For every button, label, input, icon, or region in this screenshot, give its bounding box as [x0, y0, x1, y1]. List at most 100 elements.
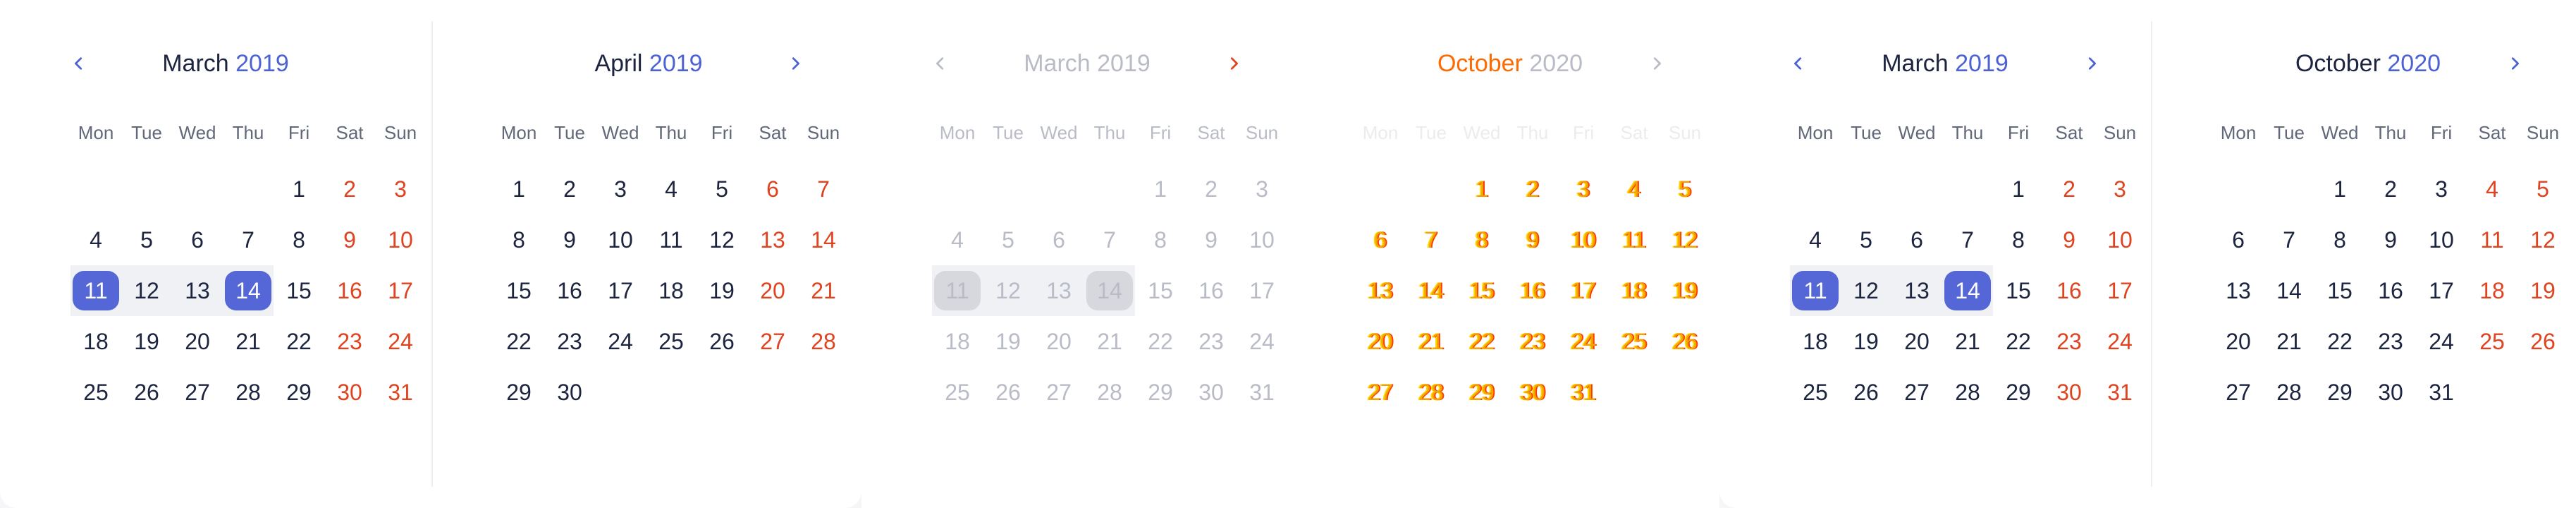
day-cell[interactable]: 22	[1993, 316, 2044, 367]
day-cell[interactable]: 14	[798, 214, 849, 265]
day-cell[interactable]: 20	[2213, 316, 2264, 367]
day-cell[interactable]: 3	[375, 164, 426, 214]
day-cell[interactable]: 10	[1237, 214, 1287, 265]
day-cell[interactable]: 1	[493, 164, 544, 214]
day-cell[interactable]: 30	[544, 367, 595, 418]
day-cell[interactable]: 16	[544, 265, 595, 316]
next-month-button[interactable]	[2078, 49, 2106, 78]
day-cell[interactable]: 19	[2517, 265, 2568, 316]
day-cell[interactable]: 7	[223, 214, 274, 265]
day-cell[interactable]: 27	[172, 367, 223, 418]
day-cell[interactable]: 8	[1993, 214, 2044, 265]
day-cell[interactable]: 16	[324, 265, 375, 316]
day-cell[interactable]: 2	[1186, 164, 1237, 214]
day-cell[interactable]: 22	[2314, 316, 2365, 367]
day-cell[interactable]: 13	[1034, 265, 1084, 316]
day-cell[interactable]: 29	[1456, 367, 1507, 418]
day-cell[interactable]: 6	[172, 214, 223, 265]
day-cell[interactable]: 14	[1406, 265, 1456, 316]
day-cell[interactable]: 8	[274, 214, 324, 265]
day-cell[interactable]: 10	[1558, 214, 1609, 265]
day-cell[interactable]: 6	[1355, 214, 1406, 265]
day-cell[interactable]: 14	[223, 265, 274, 316]
day-cell[interactable]: 8	[1456, 214, 1507, 265]
day-cell[interactable]: 6	[2213, 214, 2264, 265]
day-cell[interactable]: 22	[1135, 316, 1186, 367]
day-cell[interactable]: 11	[70, 265, 121, 316]
day-cell[interactable]: 31	[375, 367, 426, 418]
day-cell[interactable]: 17	[375, 265, 426, 316]
day-cell[interactable]: 28	[1942, 367, 1993, 418]
day-cell[interactable]: 15	[2314, 265, 2365, 316]
day-cell[interactable]: 22	[493, 316, 544, 367]
day-cell[interactable]: 24	[2416, 316, 2467, 367]
day-cell[interactable]: 16	[2365, 265, 2416, 316]
day-cell[interactable]: 17	[595, 265, 646, 316]
day-cell[interactable]: 12	[2517, 214, 2568, 265]
day-cell[interactable]: 7	[1406, 214, 1456, 265]
day-cell[interactable]: 30	[2365, 367, 2416, 418]
day-cell[interactable]: 13	[1355, 265, 1406, 316]
day-cell[interactable]: 18	[70, 316, 121, 367]
day-cell[interactable]: 9	[1507, 214, 1558, 265]
day-cell[interactable]: 5	[2517, 164, 2568, 214]
day-cell[interactable]: 4	[2467, 164, 2517, 214]
day-cell[interactable]: 4	[646, 164, 697, 214]
day-cell[interactable]: 29	[1993, 367, 2044, 418]
day-cell[interactable]: 16	[1507, 265, 1558, 316]
day-cell[interactable]: 15	[1993, 265, 2044, 316]
day-cell[interactable]: 8	[1135, 214, 1186, 265]
day-cell[interactable]: 21	[798, 265, 849, 316]
day-cell[interactable]: 17	[1558, 265, 1609, 316]
day-cell[interactable]: 10	[375, 214, 426, 265]
day-cell[interactable]: 28	[1084, 367, 1135, 418]
day-cell[interactable]: 31	[2416, 367, 2467, 418]
day-cell[interactable]: 31	[1237, 367, 1287, 418]
day-cell[interactable]: 9	[2044, 214, 2094, 265]
day-cell[interactable]: 1	[1993, 164, 2044, 214]
day-cell[interactable]: 30	[2044, 367, 2094, 418]
day-cell[interactable]: 15	[1135, 265, 1186, 316]
day-cell[interactable]: 9	[324, 214, 375, 265]
day-cell[interactable]: 22	[1456, 316, 1507, 367]
day-cell[interactable]: 11	[646, 214, 697, 265]
day-cell[interactable]: 20	[1034, 316, 1084, 367]
day-cell[interactable]: 24	[595, 316, 646, 367]
day-cell[interactable]: 10	[2416, 214, 2467, 265]
day-cell[interactable]: 26	[697, 316, 747, 367]
day-cell[interactable]: 18	[1609, 265, 1660, 316]
day-cell[interactable]: 1	[1135, 164, 1186, 214]
day-cell[interactable]: 20	[747, 265, 798, 316]
day-cell[interactable]: 29	[2314, 367, 2365, 418]
next-month-button[interactable]	[1643, 49, 1671, 78]
day-cell[interactable]: 5	[121, 214, 172, 265]
day-cell[interactable]: 3	[2416, 164, 2467, 214]
day-cell[interactable]: 23	[1186, 316, 1237, 367]
day-cell[interactable]: 14	[2264, 265, 2314, 316]
day-cell[interactable]: 19	[121, 316, 172, 367]
day-cell[interactable]: 25	[1609, 316, 1660, 367]
day-cell[interactable]: 23	[324, 316, 375, 367]
day-cell[interactable]: 2	[1507, 164, 1558, 214]
day-cell[interactable]: 20	[1355, 316, 1406, 367]
day-cell[interactable]: 25	[1790, 367, 1841, 418]
day-cell[interactable]: 11	[2467, 214, 2517, 265]
day-cell[interactable]: 12	[1841, 265, 1891, 316]
day-cell[interactable]: 28	[798, 316, 849, 367]
day-cell[interactable]: 22	[274, 316, 324, 367]
day-cell[interactable]: 18	[2467, 265, 2517, 316]
day-cell[interactable]: 17	[2416, 265, 2467, 316]
day-cell[interactable]: 28	[223, 367, 274, 418]
day-cell[interactable]: 15	[274, 265, 324, 316]
day-cell[interactable]: 1	[1456, 164, 1507, 214]
day-cell[interactable]: 2	[2044, 164, 2094, 214]
day-cell[interactable]: 19	[697, 265, 747, 316]
day-cell[interactable]: 23	[2044, 316, 2094, 367]
day-cell[interactable]: 27	[1034, 367, 1084, 418]
day-cell[interactable]: 23	[2365, 316, 2416, 367]
day-cell[interactable]: 12	[121, 265, 172, 316]
day-cell[interactable]: 15	[1456, 265, 1507, 316]
day-cell[interactable]: 7	[1084, 214, 1135, 265]
day-cell[interactable]: 25	[2467, 316, 2517, 367]
day-cell[interactable]: 2	[544, 164, 595, 214]
